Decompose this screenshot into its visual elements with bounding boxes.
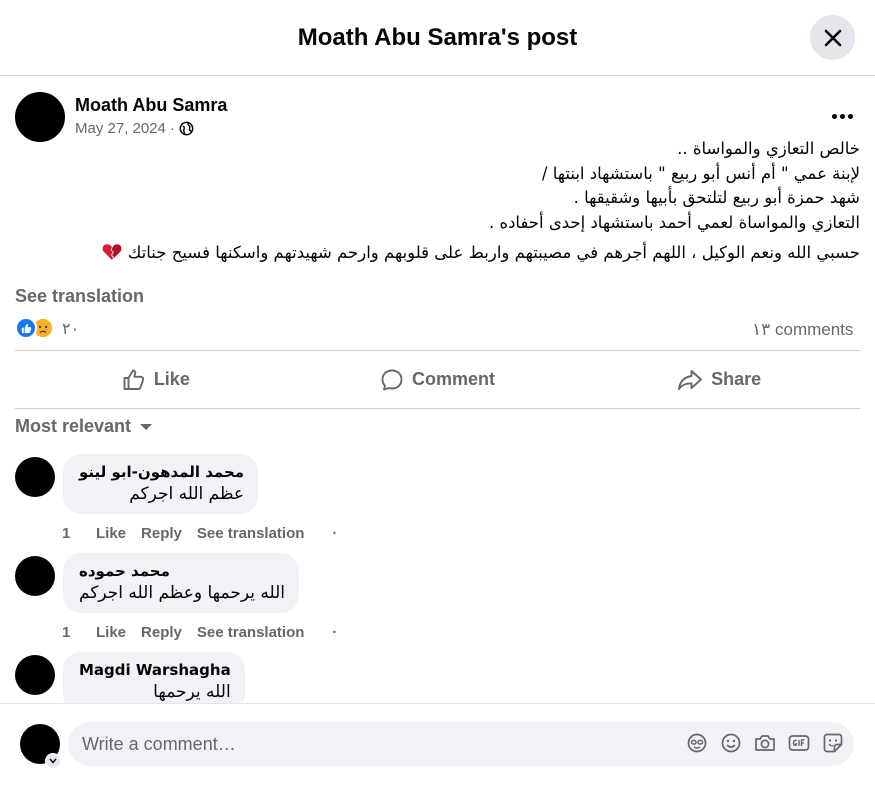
author-avatar[interactable] xyxy=(15,92,65,142)
comment-translation-link[interactable]: See translation xyxy=(197,624,305,641)
comment-composer xyxy=(0,703,875,788)
emoji-button[interactable] xyxy=(720,732,742,754)
globe-icon[interactable] xyxy=(179,121,194,136)
post-line: حسبي الله ونعم الوكيل ، اللهم أجرهم في م… xyxy=(15,241,860,266)
post-line: لإبنة عمي " أم أنس أبو ربيع " باستشهاد ا… xyxy=(541,163,860,183)
comment-dot: · xyxy=(332,624,338,641)
commenter-name[interactable]: محمد المدهون-ابو لينو xyxy=(79,463,244,482)
commenter-name[interactable]: Magdi Warshagha xyxy=(79,661,231,680)
comment-bubble-icon xyxy=(381,369,403,390)
comment-text: عظم الله اجركم xyxy=(129,484,245,504)
commenter-avatar[interactable] xyxy=(15,457,55,497)
post-line: التعازي والمواساة لعمي أحمد باستشهاد إحد… xyxy=(488,212,860,232)
commenter-avatar[interactable] xyxy=(15,556,55,596)
camera-icon xyxy=(755,735,775,751)
close-button[interactable] xyxy=(810,15,855,60)
comment-actions: 1 Like Reply See translation · xyxy=(62,525,337,542)
comment-input-container xyxy=(68,722,854,766)
comment-like-count[interactable]: 1 xyxy=(62,624,96,641)
comment-like-button[interactable]: Like xyxy=(96,525,126,542)
author-name[interactable]: Moath Abu Samra xyxy=(75,95,227,116)
sticker-button[interactable] xyxy=(822,732,844,754)
camera-button[interactable] xyxy=(754,732,776,754)
sticker-icon xyxy=(823,733,843,753)
comment-sort-dropdown[interactable]: Most relevant xyxy=(15,416,153,437)
comment-like-button[interactable]: Like xyxy=(96,624,126,641)
comment-label: Comment xyxy=(412,369,496,389)
comment-text: الله يرحمها xyxy=(153,682,231,702)
more-icon xyxy=(831,113,837,119)
comment-bubble: محمد حموده الله يرحمها وعظم الله اجركم xyxy=(63,553,300,613)
post-line-text: حسبي الله ونعم الوكيل ، اللهم أجرهم في م… xyxy=(127,243,860,262)
profile-switcher[interactable] xyxy=(45,753,61,769)
share-button[interactable]: Share xyxy=(578,351,860,408)
comment-dot: · xyxy=(332,525,338,542)
commenter-name[interactable]: محمد حموده xyxy=(79,562,285,581)
chevron-down-icon xyxy=(49,758,57,764)
avatar-sticker-icon xyxy=(687,733,707,753)
comment-bubble: Magdi Warshagha الله يرحمها xyxy=(63,652,245,703)
comment-translation-link[interactable]: See translation xyxy=(197,525,305,542)
comment-reply-button[interactable]: Reply xyxy=(141,525,182,542)
post-body: خالص التعازي والمواساة .. لإبنة عمي " أم… xyxy=(15,137,860,266)
post-options-button[interactable] xyxy=(824,104,860,128)
comment-count[interactable]: ١٣ comments xyxy=(752,317,862,343)
avatar-sticker-button[interactable] xyxy=(686,732,708,754)
modal-title: Moath Abu Samra's post xyxy=(297,23,578,51)
share-arrow-icon xyxy=(678,369,703,390)
comment-like-count[interactable]: 1 xyxy=(62,525,96,542)
share-label: Share xyxy=(711,369,762,389)
like-button[interactable]: Like xyxy=(15,351,297,408)
comment-input[interactable] xyxy=(82,722,642,766)
post-line: شهد حمزة أبو ربيع لتلتحق بأبيها وشقيقها … xyxy=(573,188,860,207)
composer-tools xyxy=(686,732,844,754)
sort-label: Most relevant xyxy=(15,416,132,436)
reactions-summary[interactable]: ٢٠ xyxy=(15,317,79,339)
post-meta: May 27, 2024 · xyxy=(75,120,194,137)
post-actions: Like Comment Share xyxy=(15,350,860,409)
comment-button[interactable]: Comment xyxy=(297,351,579,408)
comment-bubble: محمد المدهون-ابو لينو عظم الله اجركم xyxy=(63,454,259,514)
modal-header: Moath Abu Samra's post xyxy=(0,0,875,76)
thumbs-up-icon xyxy=(123,369,144,390)
reaction-count[interactable]: ٢٠ xyxy=(62,319,79,338)
post-scroll-area[interactable]: Moath Abu Samra May 27, 2024 · خالص التع… xyxy=(0,77,875,703)
comment-reply-button[interactable]: Reply xyxy=(141,624,182,641)
comment-actions: 1 Like Reply See translation · xyxy=(62,624,337,641)
broken-heart-icon xyxy=(102,244,122,260)
post-line: خالص التعازي والمواساة .. xyxy=(677,139,860,158)
gif-button[interactable] xyxy=(788,732,810,754)
emoji-icon xyxy=(721,733,741,753)
close-icon xyxy=(824,29,841,46)
caret-down-icon xyxy=(140,423,153,430)
post-date[interactable]: May 27, 2024 xyxy=(75,120,166,137)
post-header: Moath Abu Samra May 27, 2024 · xyxy=(15,92,860,142)
see-translation-link[interactable]: See translation xyxy=(15,286,144,307)
like-reaction-icon xyxy=(15,317,37,339)
gif-icon xyxy=(788,735,810,751)
commenter-avatar[interactable] xyxy=(15,655,55,695)
meta-separator: · xyxy=(169,120,175,137)
like-label: Like xyxy=(153,369,190,389)
comment-text: الله يرحمها وعظم الله اجركم xyxy=(79,583,286,603)
